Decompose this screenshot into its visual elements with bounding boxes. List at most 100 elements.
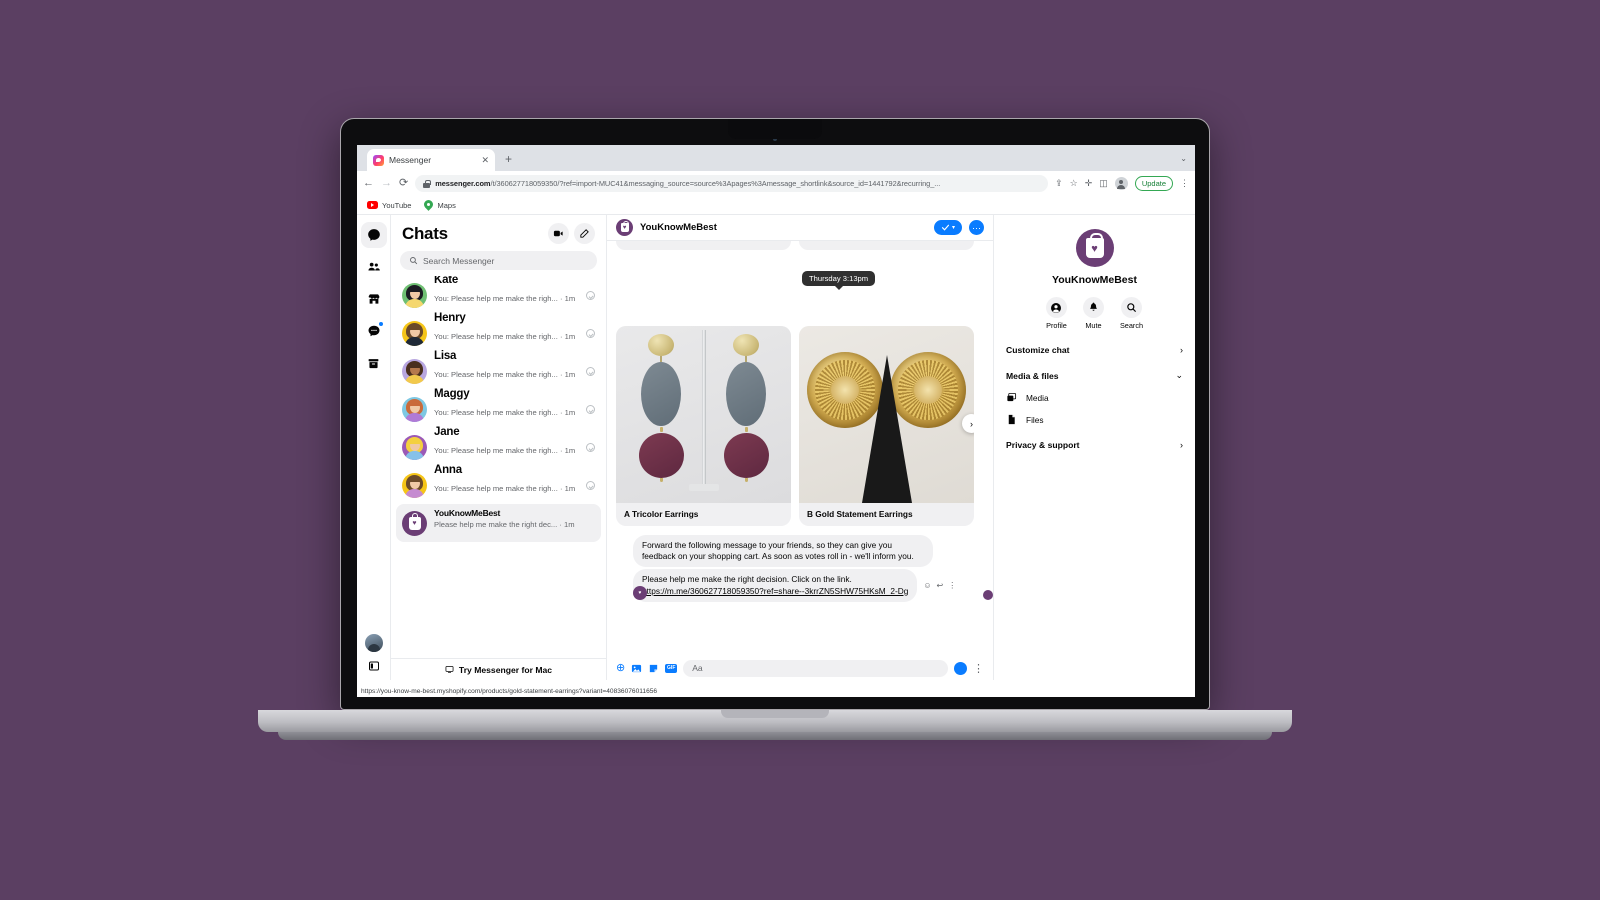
add-attachment-icon[interactable]: ⊕ xyxy=(616,662,625,674)
sticker-icon[interactable] xyxy=(648,663,659,674)
bookmark-maps[interactable]: Maps xyxy=(424,200,456,211)
sidebar-item-message-requests[interactable] xyxy=(361,318,387,344)
sidebar-item-archive[interactable] xyxy=(361,350,387,376)
profile-action[interactable]: Profile xyxy=(1045,297,1067,330)
section-customize-chat[interactable]: Customize chat › xyxy=(1006,345,1183,355)
mute-action[interactable]: Mute xyxy=(1082,297,1104,330)
product-card-gold[interactable]: B Gold Statement Earrings › xyxy=(799,326,974,526)
list-item[interactable]: Kate You: Please help me make the righ..… xyxy=(396,276,601,314)
list-item[interactable]: Maggy You: Please help me make the righ.… xyxy=(396,388,601,428)
details-title: YouKnowMeBest xyxy=(1052,274,1137,286)
chat-list-panel: Chats Search Messenger Kate You: Please … xyxy=(391,215,607,680)
product-card-partial[interactable]: A Tricolor Earrings xyxy=(616,241,791,250)
bookmark-star-icon[interactable]: ☆ xyxy=(1070,178,1078,189)
avatar xyxy=(402,396,427,422)
section-privacy-support[interactable]: Privacy & support › xyxy=(1006,440,1183,450)
carousel-next-button[interactable]: › xyxy=(962,414,974,433)
more-options-button[interactable]: ⋯ xyxy=(969,220,984,235)
try-messenger-for-mac-button[interactable]: Try Messenger for Mac xyxy=(391,658,606,680)
close-tab-icon[interactable]: ✕ xyxy=(481,155,489,166)
chevron-right-icon: › xyxy=(1180,345,1183,355)
product-carousel: A Tricolor Earrings B Gold Statement Ear… xyxy=(616,326,984,526)
bookmark-youtube[interactable]: YouTube xyxy=(367,201,411,210)
message-bubbles: Forward the following message to your fr… xyxy=(616,535,993,602)
update-button[interactable]: Update xyxy=(1134,176,1173,191)
message-more-icon[interactable]: ⋮ xyxy=(948,581,956,590)
video-call-button[interactable] xyxy=(548,223,569,244)
new-message-button[interactable] xyxy=(574,223,595,244)
react-icon[interactable]: ☺ xyxy=(923,581,931,590)
share-link[interactable]: https://m.me/360627718059350?ref=share--… xyxy=(642,586,908,596)
composer-menu-icon[interactable]: ⋮ xyxy=(973,662,984,675)
display-stand xyxy=(701,330,706,490)
subitem-files[interactable]: Files xyxy=(1006,414,1183,425)
message-actions: ☺ ↩ ⋮ xyxy=(923,581,956,590)
chevron-down-icon[interactable]: ⌄ xyxy=(1180,154,1187,163)
list-item-main: Lisa You: Please help me make the righ..… xyxy=(434,350,579,379)
product-label: A Tricolor Earrings xyxy=(624,509,699,519)
forward-icon[interactable]: → xyxy=(381,178,392,189)
search-icon xyxy=(410,257,418,265)
list-item[interactable]: Jane You: Please help me make the righ..… xyxy=(396,426,601,466)
display-cone xyxy=(861,355,912,503)
list-item-main: YouKnowMeBest Please help me make the ri… xyxy=(434,508,595,529)
laptop-mockup: Messenger ✕ + ⌄ ← → ⟳ messenger.com/t/36… xyxy=(258,118,1292,740)
details-panel: YouKnowMeBest Profile Mute xyxy=(993,215,1195,680)
list-item-selected[interactable]: ♥ YouKnowMeBest Please help me make the … xyxy=(396,504,601,542)
thread-header: YouKnowMeBest ▾ ⋯ xyxy=(607,215,993,241)
emoji-icon[interactable] xyxy=(954,661,967,675)
list-item[interactable]: Henry You: Please help me make the righ.… xyxy=(396,312,601,352)
nav-rail xyxy=(357,215,391,680)
browser-menu-icon[interactable]: ⋮ xyxy=(1180,178,1189,189)
profile-avatar-icon[interactable] xyxy=(1114,177,1128,190)
reply-icon[interactable]: ↩ xyxy=(937,581,944,590)
browser-tab[interactable]: Messenger ✕ xyxy=(367,149,495,171)
bell-icon xyxy=(1082,297,1104,318)
nav-rail-bottom xyxy=(357,634,391,672)
subitem-label: Files xyxy=(1026,414,1044,425)
list-item[interactable]: Lisa You: Please help me make the righ..… xyxy=(396,350,601,390)
browser-toolbar: ← → ⟳ messenger.com/t/360627718059350/?r… xyxy=(357,171,1195,196)
youtube-icon xyxy=(367,201,378,209)
avatar xyxy=(402,434,427,460)
gif-icon[interactable]: GIF xyxy=(665,663,678,673)
search-action[interactable]: Search xyxy=(1120,297,1143,330)
sidebar-item-chats[interactable] xyxy=(360,222,387,248)
panel-toggle-icon[interactable] xyxy=(368,660,380,672)
contact-name: YouKnowMeBest xyxy=(434,508,501,518)
image-icon[interactable] xyxy=(631,663,642,674)
laptop-screen: Messenger ✕ + ⌄ ← → ⟳ messenger.com/t/36… xyxy=(357,145,1195,697)
search-input[interactable]: Search Messenger xyxy=(400,251,597,270)
user-avatar[interactable] xyxy=(365,634,383,652)
message-text: Please help me make the right decision. … xyxy=(642,574,852,585)
chevron-down-icon: ⌄ xyxy=(1175,370,1183,380)
product-card-tricolor[interactable]: A Tricolor Earrings xyxy=(616,326,791,526)
back-icon[interactable]: ← xyxy=(363,178,374,189)
sent-indicator xyxy=(983,589,993,600)
extensions-icon[interactable]: ✛ xyxy=(1085,178,1093,189)
url-domain: messenger.com xyxy=(435,179,491,188)
message-preview: You: Please help me make the righ... · 1… xyxy=(434,332,576,341)
message-input[interactable]: Aa xyxy=(683,659,948,677)
delivered-icon xyxy=(586,290,595,300)
product-card-partial[interactable]: B Gold Statement Earrings xyxy=(799,241,974,250)
address-bar[interactable]: messenger.com/t/360627718059350/?ref=imp… xyxy=(415,175,1049,192)
product-cards-scrolled: A Tricolor Earrings B Gold Statement Ear… xyxy=(616,241,984,250)
message-preview: You: Please help me make the righ... · 1… xyxy=(434,484,576,493)
message-area: Thursday 3:13pm A Tricolor Earrings B Go… xyxy=(607,241,993,656)
contact-name: Lisa xyxy=(434,350,457,362)
sidebar-item-marketplace[interactable] xyxy=(361,286,387,312)
reload-icon[interactable]: ⟳ xyxy=(399,178,408,189)
subitem-media[interactable]: Media xyxy=(1006,392,1183,403)
new-tab-button[interactable]: + xyxy=(505,153,512,165)
section-media-files[interactable]: Media & files ⌄ xyxy=(1006,370,1183,381)
side-panel-icon[interactable]: ◫ xyxy=(1099,178,1108,189)
file-icon xyxy=(1008,414,1015,425)
message-bubble: Forward the following message to your fr… xyxy=(633,535,933,568)
share-icon[interactable]: ⇪ xyxy=(1055,178,1063,189)
list-item[interactable]: Anna You: Please help me make the righ..… xyxy=(396,464,601,504)
sidebar-item-people[interactable] xyxy=(361,254,387,280)
done-button[interactable]: ▾ xyxy=(933,220,962,235)
laptop-foot xyxy=(278,732,1272,740)
product-label: B Gold Statement Earrings xyxy=(807,509,913,519)
